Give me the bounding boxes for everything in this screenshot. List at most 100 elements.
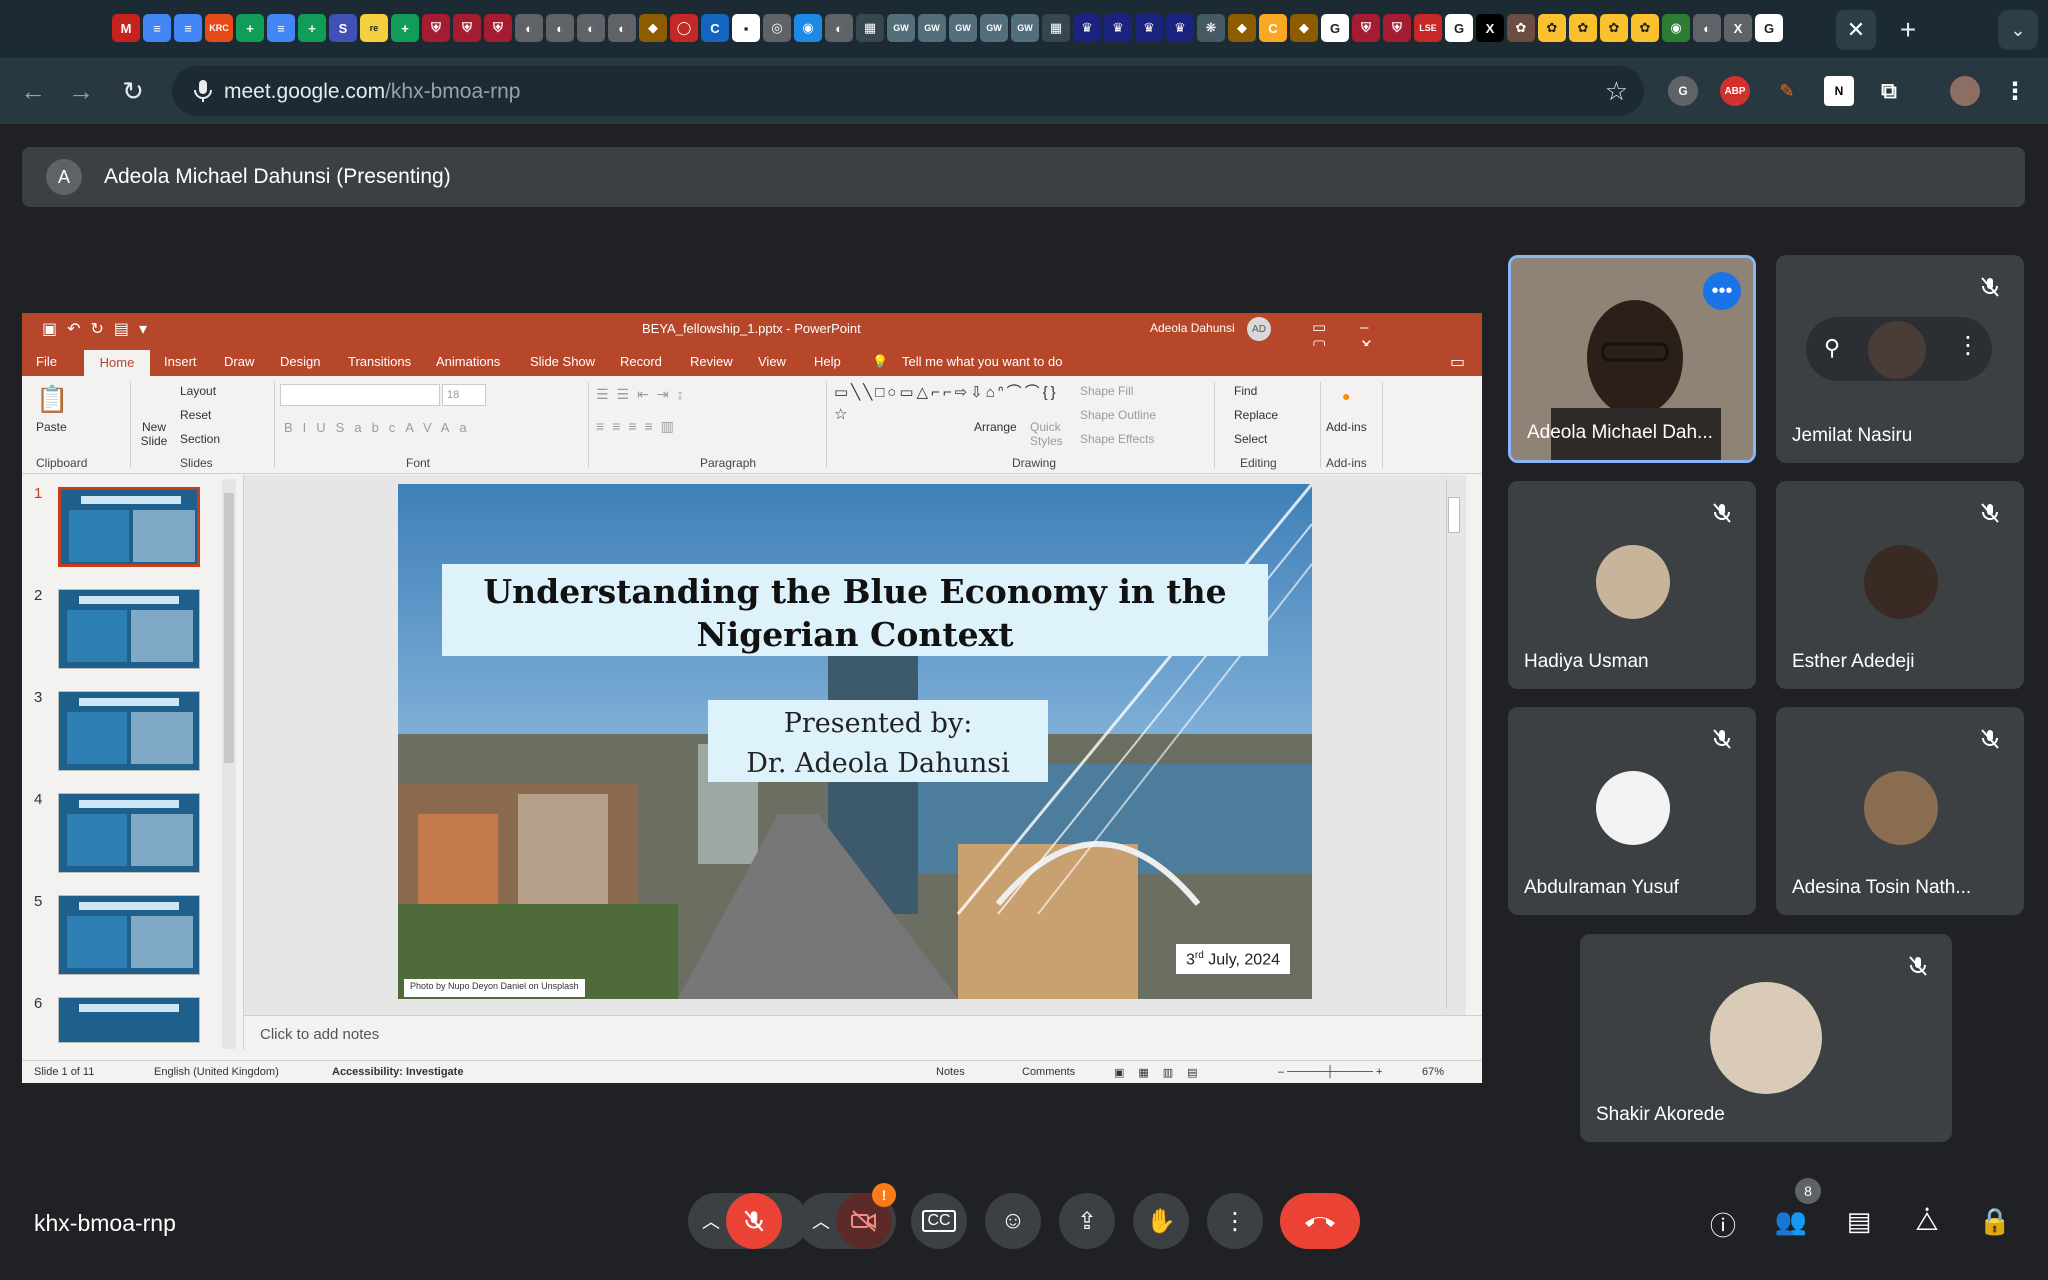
pin-icon[interactable]: ⚲ [1824,335,1840,361]
tab-favicon[interactable]: GW [949,14,977,42]
tab-favicon[interactable]: + [298,14,326,42]
current-slide[interactable]: Understanding the Blue Economy in the Ni… [398,484,1312,999]
people-button[interactable]: 👥 [1774,1206,1808,1240]
tab-favicon[interactable]: ▦ [856,14,884,42]
language-indicator[interactable]: English (United Kingdom) [154,1066,279,1078]
tab-favicon[interactable]: ✿ [1507,14,1535,42]
slide-scrollbar[interactable] [1446,479,1460,1009]
raise-hand-button[interactable]: ✋ [1133,1193,1189,1249]
tab-favicon[interactable]: ≡ [174,14,202,42]
tab-favicon[interactable]: ◎ [763,14,791,42]
participant-tile[interactable]: ⚲ ⋮ Jemilat Nasiru [1776,255,2024,463]
audio-options-chevron-icon[interactable]: ︿ [702,1208,720,1234]
font-format-buttons[interactable]: BIUSabcAVAa [284,420,477,435]
reactions-button[interactable]: ☺ [985,1193,1041,1249]
tab-favicon[interactable]: LSE [1414,14,1442,42]
tab-favicon[interactable]: S [329,14,357,42]
tab-favicon[interactable]: GW [1011,14,1039,42]
tab-favicon[interactable]: GW [918,14,946,42]
slide-thumbnail[interactable] [58,997,200,1043]
shape-fill-button[interactable]: Shape Fill [1080,384,1133,398]
chat-button[interactable]: ▤ [1842,1206,1876,1240]
tab-favicon[interactable]: GW [980,14,1008,42]
tab-favicon[interactable]: ◐ [577,14,605,42]
adblock-extension-icon[interactable]: ABP [1720,76,1750,106]
tab-favicon[interactable]: ❋ [1197,14,1225,42]
address-bar[interactable]: meet.google.com/khx-bmoa-rnp ☆ [172,66,1644,116]
tab-favicon[interactable]: ✿ [1538,14,1566,42]
reload-button[interactable]: ↻ [114,72,152,110]
back-button[interactable]: ← [14,72,52,110]
section-button[interactable]: Section [180,432,220,446]
tab-favicon[interactable]: ⛨ [422,14,450,42]
notion-extension-icon[interactable]: N [1824,76,1854,106]
tab-favicon[interactable]: GW [887,14,915,42]
participant-tile-active-speaker[interactable]: ••• Adeola Michael Dah... [1508,255,1756,463]
tab-favicon[interactable]: ◉ [1662,14,1690,42]
tab-favicon[interactable]: C [1259,14,1287,42]
tab-favicon[interactable]: ▦ [1042,14,1070,42]
tab-home[interactable]: Home [84,350,150,376]
find-button[interactable]: Find [1234,384,1257,398]
tab-favicon[interactable]: ≡ [267,14,295,42]
tab-favicon[interactable]: KRC [205,14,233,42]
paste-button[interactable]: Paste [36,420,67,434]
tab-favicon[interactable]: G [1445,14,1473,42]
forward-button[interactable]: → [62,72,100,110]
active-tab-close-button[interactable]: ✕ [1836,10,1876,50]
tab-favicon[interactable]: ◐ [825,14,853,42]
tab-favicon[interactable]: ⛨ [1383,14,1411,42]
font-size-select[interactable]: 18 [442,384,486,406]
tab-favicon[interactable]: ⛨ [453,14,481,42]
tab-favicon[interactable]: ♛ [1135,14,1163,42]
tab-favicon[interactable]: ◆ [639,14,667,42]
more-options-icon[interactable]: ⋮ [1956,331,1980,360]
slide-thumbnail[interactable] [58,487,200,567]
new-tab-button[interactable]: + [1888,10,1928,50]
browser-menu-icon[interactable]: ⋮ [2000,76,2030,106]
tab-favicon[interactable]: + [391,14,419,42]
tab-favicon[interactable]: ≡ [143,14,171,42]
more-options-button[interactable]: ⋮ [1207,1193,1263,1249]
profile-avatar[interactable] [1950,76,1980,106]
slide-thumbnail[interactable] [58,895,200,975]
shapes-gallery[interactable]: ▭╲╲□○▭△⌐⌐⇨⇩⌂ᐢ⌒⌒{}☆ [834,382,1056,426]
tab-favicon[interactable]: ◐ [546,14,574,42]
extensions-puzzle-icon[interactable]: ⧉ [1874,76,1904,106]
tab-favicon[interactable]: ◐ [515,14,543,42]
captions-button[interactable]: CC [911,1193,967,1249]
tab-animations[interactable]: Animations [436,354,500,369]
participant-tile[interactable]: Shakir Akorede [1580,934,1952,1142]
accessibility-status[interactable]: Accessibility: Investigate [332,1066,463,1078]
notes-toggle[interactable]: Notes [936,1066,965,1078]
shape-outline-button[interactable]: Shape Outline [1080,408,1156,422]
tell-me-search[interactable]: Tell me what you want to do [902,354,1062,369]
tab-favicon[interactable]: ⛨ [484,14,512,42]
zoom-level[interactable]: 67% [1422,1066,1444,1078]
replace-button[interactable]: Replace [1234,408,1278,422]
view-buttons[interactable]: ▣▦▥▤ [1114,1066,1212,1079]
tab-favicon[interactable]: ◯ [670,14,698,42]
new-slide-button[interactable]: New Slide [136,420,172,448]
comments-toggle[interactable]: Comments [1022,1066,1075,1078]
notes-pane[interactable]: Click to add notes [244,1015,1482,1051]
addins-button[interactable]: Add-ins [1326,420,1367,434]
host-controls-button[interactable]: 🔒 [1978,1206,2012,1240]
participant-tile[interactable]: Abdulraman Yusuf [1508,707,1756,915]
align-buttons[interactable]: ≡≡≡≡▥ [596,418,682,435]
tab-favicon[interactable]: + [236,14,264,42]
tab-help[interactable]: Help [814,354,841,369]
participant-tile[interactable]: Hadiya Usman [1508,481,1756,689]
tab-favicon[interactable]: ▪ [732,14,760,42]
participant-tile[interactable]: Adesina Tosin Nath... [1776,707,2024,915]
tab-review[interactable]: Review [690,354,733,369]
tab-favicon[interactable]: M [112,14,140,42]
select-button[interactable]: Select [1234,432,1267,446]
tab-favicon[interactable]: C [701,14,729,42]
tab-file[interactable]: File [36,354,57,369]
meeting-details-button[interactable]: ⓘ [1706,1206,1740,1241]
tab-search-dropdown[interactable]: ⌄ [1998,10,2038,50]
tab-favicon[interactable]: X [1476,14,1504,42]
shared-screen-powerpoint[interactable]: ▣↶↻▤▾ BEYA_fellowship_1.pptx - PowerPoin… [22,313,1482,1083]
tab-favicon[interactable]: ✿ [1569,14,1597,42]
